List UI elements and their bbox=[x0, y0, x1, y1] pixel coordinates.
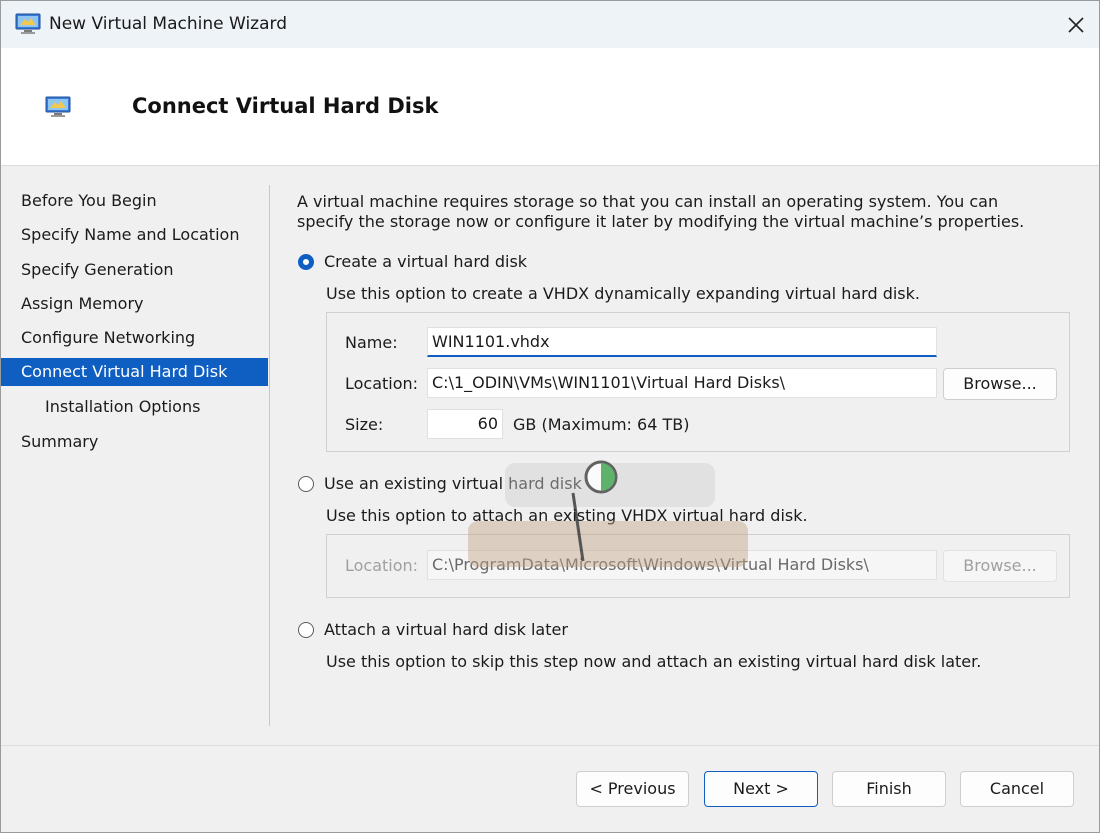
title-bar: New Virtual Machine Wizard bbox=[1, 1, 1099, 48]
location-input[interactable]: C:\1_ODIN\VMs\WIN1101\Virtual Hard Disks… bbox=[427, 368, 937, 398]
existing-location-label: Location: bbox=[345, 556, 419, 575]
attach-later-radio[interactable]: Attach a virtual hard disk later bbox=[297, 620, 568, 639]
window-title: New Virtual Machine Wizard bbox=[49, 14, 287, 34]
footer-divider bbox=[1, 745, 1099, 746]
close-icon bbox=[1068, 16, 1084, 33]
create-disk-group: Name: WIN1101.vhdx Location: C:\1_ODIN\V… bbox=[326, 312, 1070, 452]
attach-later-description: Use this option to skip this step now an… bbox=[326, 652, 982, 671]
existing-disk-description: Use this option to attach an existing VH… bbox=[326, 506, 808, 525]
cancel-button[interactable]: Cancel bbox=[960, 771, 1074, 807]
step-assign-memory[interactable]: Assign Memory bbox=[1, 290, 268, 318]
size-unit-text: GB (Maximum: 64 TB) bbox=[513, 415, 690, 434]
intro-text: A virtual machine requires storage so th… bbox=[297, 192, 1025, 231]
step-configure-networking[interactable]: Configure Networking bbox=[1, 324, 268, 352]
step-specify-generation[interactable]: Specify Generation bbox=[1, 256, 268, 284]
nav-divider bbox=[269, 185, 270, 726]
step-before-you-begin[interactable]: Before You Begin bbox=[1, 187, 268, 215]
create-disk-radio[interactable]: Create a virtual hard disk bbox=[297, 252, 527, 271]
name-input[interactable]: WIN1101.vhdx bbox=[427, 327, 937, 357]
finish-button[interactable]: Finish bbox=[832, 771, 946, 807]
existing-disk-label: Use an existing virtual hard disk bbox=[324, 474, 582, 493]
virtual-machine-icon bbox=[45, 96, 71, 122]
page-title: Connect Virtual Hard Disk bbox=[132, 94, 439, 118]
radio-unchecked-icon bbox=[298, 475, 314, 492]
size-label: Size: bbox=[345, 415, 384, 434]
next-button[interactable]: Next > bbox=[704, 771, 818, 807]
existing-browse-button[interactable]: Browse... bbox=[943, 550, 1057, 582]
attach-later-label: Attach a virtual hard disk later bbox=[324, 620, 568, 639]
wizard-steps-nav: Before You Begin Specify Name and Locati… bbox=[1, 166, 269, 726]
step-connect-virtual-hard-disk[interactable]: Connect Virtual Hard Disk bbox=[1, 358, 268, 386]
hyperv-app-icon bbox=[15, 13, 41, 39]
location-label: Location: bbox=[345, 374, 419, 393]
previous-button[interactable]: < Previous bbox=[576, 771, 689, 807]
step-installation-options[interactable]: Installation Options bbox=[1, 393, 268, 421]
close-button[interactable] bbox=[1053, 1, 1099, 48]
step-summary[interactable]: Summary bbox=[1, 428, 268, 456]
wizard-window: New Virtual Machine Wizard Connect Virtu… bbox=[0, 0, 1100, 833]
name-label: Name: bbox=[345, 333, 398, 352]
step-specify-name-location[interactable]: Specify Name and Location bbox=[1, 221, 268, 249]
existing-disk-radio[interactable]: Use an existing virtual hard disk bbox=[297, 474, 582, 493]
size-input[interactable]: 60 bbox=[427, 409, 503, 439]
existing-disk-group: Location: C:\ProgramData\Microsoft\Windo… bbox=[326, 534, 1070, 598]
radio-checked-icon bbox=[298, 253, 314, 270]
create-disk-description: Use this option to create a VHDX dynamic… bbox=[326, 284, 920, 303]
create-disk-label: Create a virtual hard disk bbox=[324, 252, 528, 271]
page-header: Connect Virtual Hard Disk bbox=[1, 48, 1099, 166]
radio-unchecked-icon bbox=[298, 621, 314, 638]
browse-button[interactable]: Browse... bbox=[943, 368, 1057, 400]
existing-location-input[interactable]: C:\ProgramData\Microsoft\Windows\Virtual… bbox=[427, 550, 937, 580]
